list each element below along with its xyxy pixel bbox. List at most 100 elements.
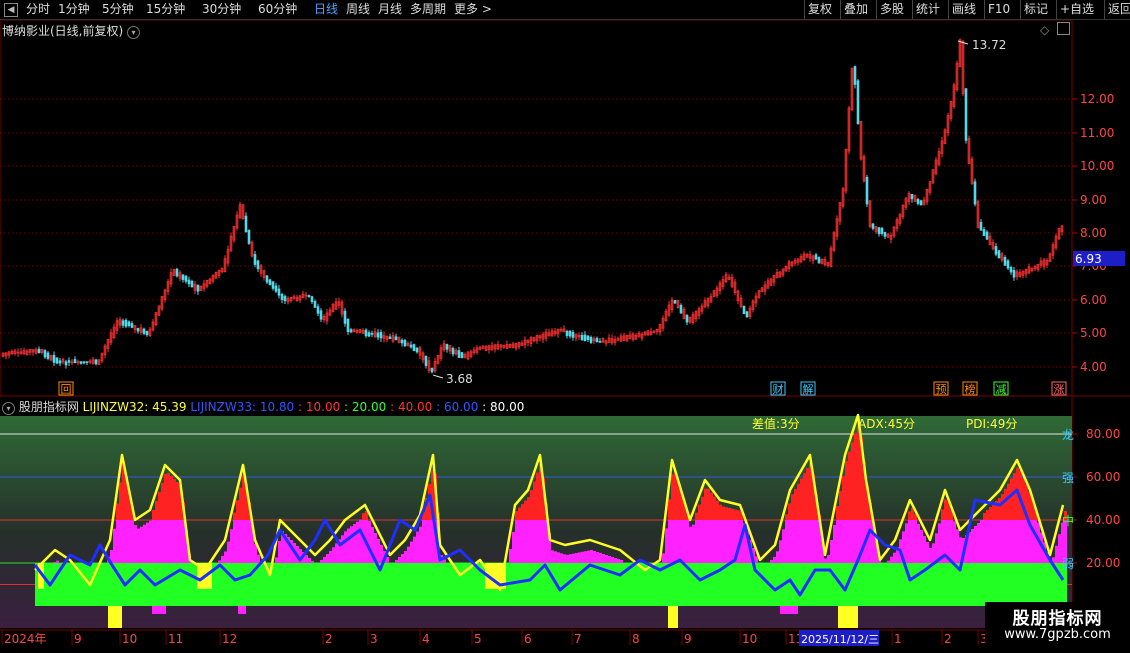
bull-bar bbox=[884, 563, 887, 606]
strong-bar bbox=[908, 511, 911, 520]
toolbar-separator bbox=[804, 0, 805, 19]
toolbar-button-6[interactable]: 标记 bbox=[1024, 2, 1048, 17]
period-tab-8[interactable]: 月线 bbox=[378, 2, 402, 17]
period-tab-2[interactable]: 5分钟 bbox=[102, 2, 134, 17]
toolbar-button-0[interactable]: 复权 bbox=[808, 2, 832, 17]
low-price-label: 3.68 bbox=[446, 372, 473, 386]
window-toggle-icon[interactable] bbox=[1057, 22, 1070, 35]
strength-bar bbox=[776, 551, 779, 563]
strong-bar bbox=[161, 483, 164, 520]
bull-bar bbox=[941, 563, 944, 606]
candle-body bbox=[122, 321, 124, 326]
candle-body bbox=[980, 222, 982, 230]
strength-bar bbox=[515, 515, 518, 563]
strength-bar bbox=[602, 554, 605, 563]
candle-body bbox=[410, 345, 412, 347]
strong-bar bbox=[167, 473, 170, 520]
bull-bar bbox=[914, 563, 917, 606]
toolbar-separator bbox=[876, 0, 877, 19]
period-tab-6[interactable]: 日线 bbox=[314, 2, 338, 17]
candle-body bbox=[188, 280, 190, 284]
toolbar-button-1[interactable]: 叠加 bbox=[844, 2, 868, 17]
candle-body bbox=[857, 81, 859, 124]
period-tab-4[interactable]: 30分钟 bbox=[202, 2, 241, 17]
ind-axis-label: 20.00 bbox=[1086, 556, 1120, 570]
period-tab-1[interactable]: 1分钟 bbox=[58, 2, 90, 17]
strong-bar bbox=[803, 473, 806, 520]
bull-bar bbox=[443, 563, 446, 606]
bull-bar bbox=[995, 563, 998, 606]
strength-bar bbox=[599, 553, 602, 563]
strong-bar bbox=[794, 489, 797, 520]
strength-bar bbox=[782, 529, 785, 563]
candle-body bbox=[182, 275, 184, 280]
strength-bar bbox=[779, 540, 782, 563]
strength-bar bbox=[143, 525, 146, 563]
bull-bar bbox=[614, 563, 617, 606]
bull-bar bbox=[695, 563, 698, 606]
date-label: 3 bbox=[370, 632, 378, 646]
bull-bar bbox=[356, 563, 359, 606]
bull-bar bbox=[239, 563, 242, 606]
candle-body bbox=[257, 261, 259, 269]
bull-bar bbox=[977, 563, 980, 606]
toolbar-button-8[interactable]: 返回 bbox=[1108, 2, 1130, 17]
candle-body bbox=[995, 246, 997, 254]
strong-bar bbox=[983, 513, 986, 520]
candle-body bbox=[452, 348, 454, 354]
strong-bar bbox=[716, 501, 719, 520]
bull-bar bbox=[185, 563, 188, 606]
bull-bar bbox=[389, 563, 392, 606]
date-cursor-label: 2025/11/12/三 bbox=[801, 633, 879, 646]
toolbar-separator bbox=[912, 0, 913, 19]
candle-body bbox=[59, 361, 61, 363]
candle-body bbox=[998, 251, 1000, 258]
bull-bar bbox=[308, 563, 311, 606]
bull-bar bbox=[911, 563, 914, 606]
bull-bar bbox=[986, 563, 989, 606]
period-tab-0[interactable]: 分时 bbox=[26, 2, 50, 17]
period-tab-7[interactable]: 周线 bbox=[346, 2, 370, 17]
strong-bar bbox=[986, 510, 989, 520]
date-label: 2024年 bbox=[4, 632, 47, 646]
back-arrow-icon[interactable]: ◀ bbox=[4, 3, 18, 17]
strength-bar bbox=[953, 521, 956, 563]
candle-body bbox=[365, 330, 367, 336]
chevron-down-icon[interactable]: ▾ bbox=[127, 26, 140, 39]
toolbar-button-2[interactable]: 多股 bbox=[880, 2, 904, 17]
bull-bar bbox=[359, 563, 362, 606]
bull-bar bbox=[440, 563, 443, 606]
candle-body bbox=[377, 333, 379, 337]
bull-bar bbox=[749, 563, 752, 606]
strength-bar bbox=[986, 514, 989, 563]
toolbar-button-7[interactable]: +自选 bbox=[1060, 2, 1094, 17]
bull-bar bbox=[128, 563, 131, 606]
indicator-param-3: : 20.00 bbox=[340, 400, 386, 414]
strength-bar bbox=[113, 529, 116, 563]
toolbar-button-5[interactable]: F10 bbox=[988, 2, 1010, 17]
period-tab-9[interactable]: 多周期 bbox=[410, 2, 446, 17]
bull-bar bbox=[431, 563, 434, 606]
bull-bar bbox=[1058, 563, 1061, 606]
diamond-icon[interactable]: ◇ bbox=[1040, 23, 1049, 37]
bottom-signal-bar bbox=[838, 606, 858, 628]
indicator-name: 股朋指标网 bbox=[19, 400, 79, 414]
toolbar-button-3[interactable]: 统计 bbox=[916, 2, 940, 17]
bull-bar bbox=[395, 563, 398, 606]
period-tab-10[interactable]: 更多 > bbox=[454, 2, 492, 17]
strength-bar bbox=[230, 529, 233, 563]
bull-bar bbox=[974, 563, 977, 606]
bull-bar bbox=[68, 563, 71, 606]
toolbar-button-4[interactable]: 画线 bbox=[952, 2, 976, 17]
bull-bar bbox=[527, 563, 530, 606]
candle-body bbox=[311, 297, 313, 302]
strength-bar bbox=[368, 521, 371, 563]
period-tab-3[interactable]: 15分钟 bbox=[146, 2, 185, 17]
candle-body bbox=[416, 348, 418, 352]
event-marker-label: 解 bbox=[803, 382, 814, 396]
collapse-icon[interactable]: ▾ bbox=[2, 402, 15, 415]
bull-bar bbox=[635, 563, 638, 606]
candle-body bbox=[818, 257, 820, 263]
period-tab-5[interactable]: 60分钟 bbox=[258, 2, 297, 17]
strength-bar bbox=[980, 520, 983, 563]
